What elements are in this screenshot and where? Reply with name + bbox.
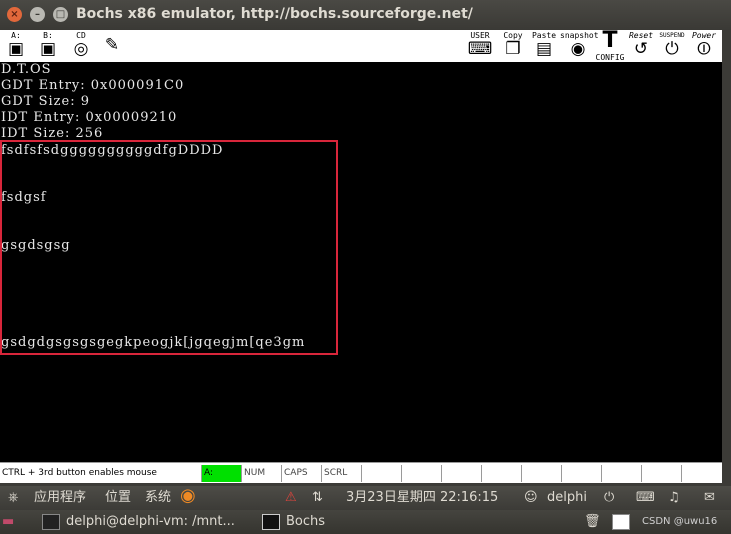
cdrom-icon: ◎ [73,39,89,59]
config-button[interactable]: T CONFIG [594,28,626,63]
show-desktop-icon[interactable]: ▬ [2,513,14,531]
bochs-toolbar: A: ▣ B: ▣ CD ◎ ✎ USER ⌨ Copy ❐ Paste ▤ s… [0,30,722,62]
copy-button[interactable]: Copy ❐ [500,31,526,61]
gnome-panel: ⎈ 应用程序 位置 系统 ◉ ⚠ ⇅ 3月23日星期四 22:16:15 ☺ d… [0,486,731,510]
taskbar: ▬ delphi@delphi-vm: /mnt... Bochs 🗑 CSDN… [0,510,731,534]
window-titlebar[interactable]: × – □ Bochs x86 emulator, http://bochs.s… [0,0,731,30]
paste-button[interactable]: Paste ▤ [530,31,558,61]
places-menu[interactable]: 位置 [105,489,131,507]
floppy-b-button[interactable]: B: ▣ [36,31,60,61]
taskbar-item-terminal[interactable]: delphi@delphi-vm: /mnt... [42,513,235,531]
warning-icon[interactable]: ⚠ [285,489,297,507]
close-button[interactable]: × [7,7,22,22]
screen-line: GDT Entry: 0x000091C0 [1,78,185,93]
trash-icon[interactable]: 🗑 [584,513,601,531]
terminal-label: delphi@delphi-vm: /mnt... [66,514,235,529]
paste-icon: ▤ [535,39,553,59]
scroll-lock-indicator: SCRL [321,465,361,482]
snapshot-button[interactable]: snapshot ◉ [560,31,599,61]
bochs-statusbar: CTRL + 3rd button enables mouse A: NUM C… [0,462,722,483]
mouse-button[interactable]: ✎ [98,31,126,61]
window-border [722,30,731,462]
applications-menu[interactable]: 应用程序 [34,489,86,507]
mouse-icon: ✎ [104,35,120,55]
reset-icon: ↺ [633,39,649,59]
maximize-button[interactable]: □ [53,7,68,22]
taskbar-item-bochs[interactable]: Bochs [262,513,325,531]
terminal-icon [42,513,60,530]
num-lock-indicator: NUM [241,465,281,482]
mail-icon[interactable]: ✉ [704,489,715,507]
ubuntu-logo-icon[interactable]: ⎈ [8,489,18,507]
copy-icon: ❐ [505,39,521,59]
window-title: Bochs x86 emulator, http://bochs.sourcef… [76,6,473,22]
volume-icon[interactable]: ♫ [668,489,680,507]
watermark: CSDN @uwu16 [642,516,718,527]
keyboard-icon: ⌨ [467,39,493,59]
bochs-icon [262,513,280,530]
config-icon: T [602,28,618,53]
network-icon[interactable]: ⇅ [312,489,323,507]
caps-lock-indicator: CAPS [281,465,321,482]
status-slot [561,465,601,482]
status-slot [641,465,681,482]
mouse-hint: CTRL + 3rd button enables mouse [2,468,157,478]
status-slot [681,465,722,482]
user-icon: ☺ [524,490,538,505]
system-menu[interactable]: 系统 [145,489,171,507]
suspend-icon: ⏻ [665,39,679,59]
keyboard-icon[interactable]: ⌨ [636,489,655,507]
reset-button[interactable]: Reset ↺ [626,31,656,61]
floppy-a-button[interactable]: A: ▣ [4,31,28,61]
emulator-screen[interactable]: D.T.OS GDT Entry: 0x000091C0 GDT Size: 9… [0,62,722,462]
drive-indicator: A: [201,465,241,482]
screen-line: IDT Entry: 0x00009210 [1,110,178,125]
bochs-label: Bochs [286,514,326,529]
floppy-icon: ▣ [39,39,57,59]
suspend-button[interactable]: SUSPEND ⏻ [656,31,688,61]
status-slot [521,465,561,482]
firefox-icon[interactable]: ◉ [180,487,196,505]
status-slot [401,465,441,482]
status-slot [361,465,401,482]
screen-line: GDT Size: 9 [1,94,90,109]
power-icon: ⏼ [697,39,711,59]
highlight-box [0,140,338,355]
config-label: CONFIG [595,53,625,62]
workspace-icon [612,513,630,530]
status-slot [601,465,641,482]
power-icon[interactable]: ⏻ [604,489,614,507]
cdrom-button[interactable]: CD ◎ [68,31,94,61]
status-slot [441,465,481,482]
camera-icon: ◉ [570,39,586,59]
screen-line: D.T.OS [1,62,52,77]
workspace-switcher[interactable] [612,513,636,531]
power-button[interactable]: Power ⏼ [688,31,720,61]
clock[interactable]: 3月23日星期四 22:16:15 [346,489,498,507]
user-button[interactable]: USER ⌨ [464,31,496,61]
status-slot [481,465,521,482]
minimize-button[interactable]: – [30,7,45,22]
floppy-icon: ▣ [7,39,25,59]
user-menu[interactable]: delphi [547,489,587,507]
